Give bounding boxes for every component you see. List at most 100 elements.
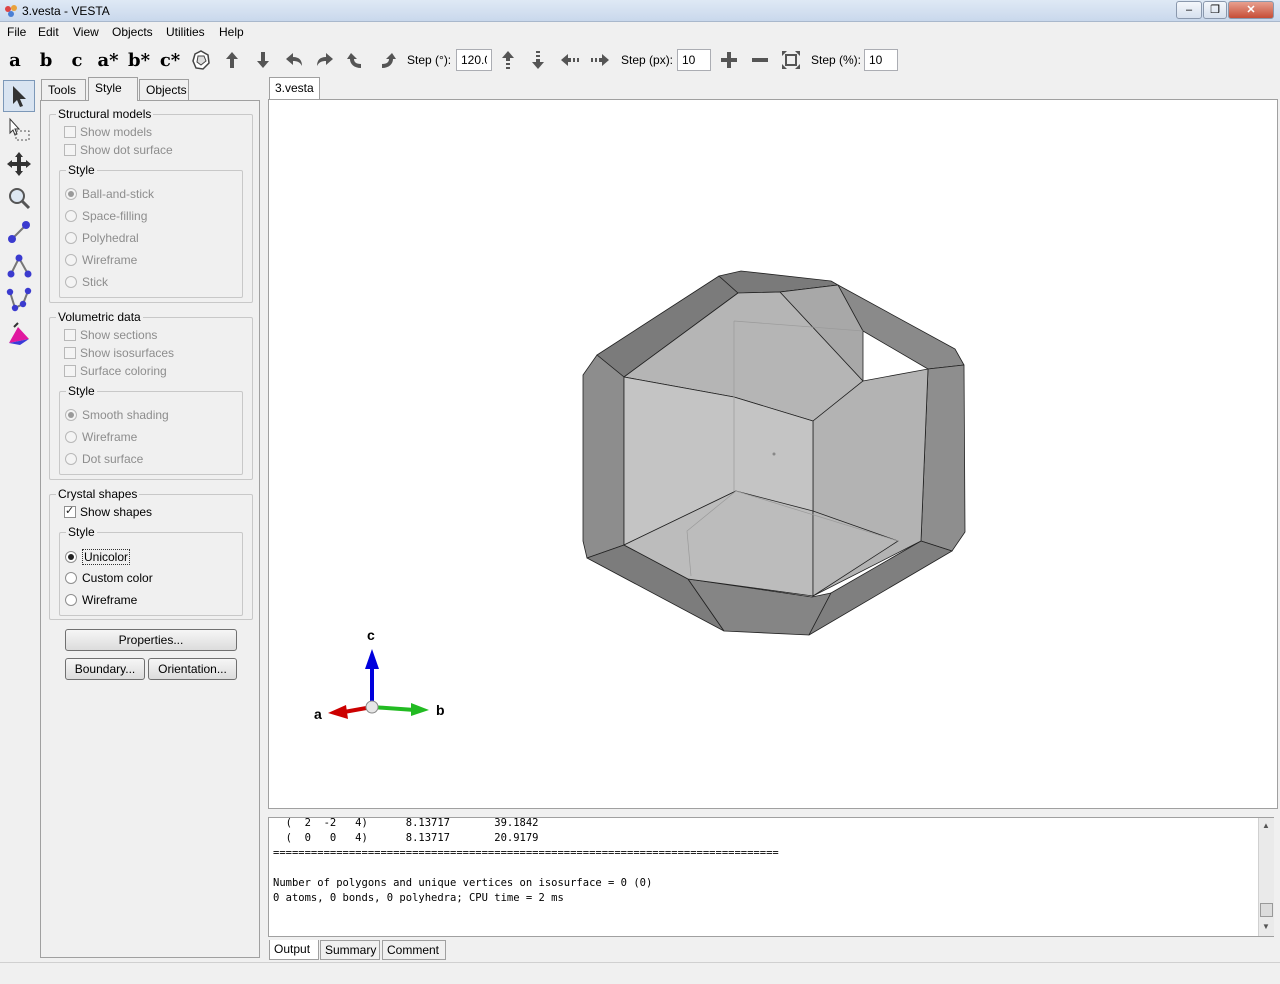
volumetric-data-group: Volumetric data Show sections Show isosu…: [49, 310, 253, 480]
translate-left-icon[interactable]: [559, 48, 581, 72]
view-along-c-star-button[interactable]: c*: [157, 48, 183, 72]
tool-palette: [0, 78, 38, 958]
radio-polyhedral[interactable]: Polyhedral: [65, 231, 139, 245]
radio-unicolor[interactable]: Unicolor: [65, 549, 131, 565]
radio-dot: [65, 232, 77, 244]
origin-sphere: [365, 700, 379, 714]
boundary-button[interactable]: Boundary...: [65, 658, 145, 680]
radio-dot: [65, 594, 77, 606]
translate-down-icon[interactable]: [527, 48, 549, 72]
radio-space-filling[interactable]: Space-filling: [65, 209, 147, 223]
polyhedron-view-icon[interactable]: [189, 48, 213, 72]
rectangle-select-tool[interactable]: [3, 114, 35, 146]
scroll-up-icon[interactable]: ▲: [1262, 821, 1270, 830]
output-line: ( 2 -2 4) 8.13717 39.1842: [273, 817, 539, 829]
minimize-button[interactable]: –: [1176, 1, 1202, 19]
radio-custom-color[interactable]: Custom color: [65, 571, 153, 585]
menu-objects[interactable]: Objects: [112, 25, 153, 39]
lattice-plane-tool[interactable]: [3, 318, 35, 350]
rotate-left-icon[interactable]: [282, 48, 306, 72]
select-tool[interactable]: [3, 80, 35, 112]
rotate-right-icon[interactable]: [313, 48, 337, 72]
output-line: ( 0 0 4) 8.13717 20.9179: [273, 832, 539, 844]
step-degree-input[interactable]: [456, 49, 492, 71]
scroll-thumb[interactable]: [1260, 903, 1273, 917]
checkbox-box: [64, 365, 76, 377]
translate-tool[interactable]: [3, 148, 35, 180]
tab-objects[interactable]: Objects: [139, 79, 189, 101]
structure-viewport[interactable]: c b a: [268, 99, 1278, 809]
orientation-button[interactable]: Orientation...: [148, 658, 237, 680]
view-along-c-button[interactable]: c: [64, 48, 90, 72]
menu-utilities[interactable]: Utilities: [166, 25, 205, 39]
menu-help[interactable]: Help: [219, 25, 244, 39]
c-axis-arrowhead: [365, 649, 379, 669]
tab-style[interactable]: Style: [88, 77, 138, 101]
properties-button[interactable]: Properties...: [65, 629, 237, 651]
fit-to-screen-icon[interactable]: [779, 48, 803, 72]
zoom-tool[interactable]: [3, 182, 35, 214]
tab-comment[interactable]: Comment: [382, 940, 446, 960]
surface-coloring-checkbox[interactable]: Surface coloring: [64, 364, 167, 378]
rotate-cw-icon[interactable]: [375, 48, 399, 72]
output-line: ========================================…: [273, 847, 779, 859]
angle-tool[interactable]: [3, 250, 35, 282]
view-along-a-button[interactable]: a: [2, 48, 28, 72]
radio-dot: [65, 453, 77, 465]
menu-file[interactable]: File: [7, 25, 26, 39]
dihedral-angle-tool[interactable]: [3, 284, 35, 316]
volumetric-style-group: Style Smooth shading Wireframe Dot surfa…: [59, 384, 243, 475]
zoom-in-icon[interactable]: [718, 48, 740, 72]
rotate-down-icon[interactable]: [251, 48, 275, 72]
radio-smooth-shading[interactable]: Smooth shading: [65, 408, 169, 422]
distance-tool[interactable]: [3, 216, 35, 248]
menu-edit[interactable]: Edit: [38, 25, 59, 39]
crystal-shape: [582, 270, 966, 636]
radio-wireframe-volumetric[interactable]: Wireframe: [65, 430, 137, 444]
show-sections-checkbox[interactable]: Show sections: [64, 328, 157, 342]
checkbox-box: [64, 347, 76, 359]
rotate-up-icon[interactable]: [220, 48, 244, 72]
maximize-button[interactable]: ❐: [1203, 1, 1227, 19]
view-along-b-star-button[interactable]: b*: [126, 48, 152, 72]
show-isosurfaces-checkbox[interactable]: Show isosurfaces: [64, 346, 174, 360]
output-text-area[interactable]: ( 2 -2 4) 8.13717 39.1842 ( 0 0 4) 8.137…: [268, 817, 1274, 937]
radio-stick[interactable]: Stick: [65, 275, 108, 289]
view-along-b-button[interactable]: b: [33, 48, 59, 72]
show-shapes-checkbox[interactable]: Show shapes: [64, 504, 152, 519]
translate-up-icon[interactable]: [497, 48, 519, 72]
rotate-ccw-icon[interactable]: [344, 48, 368, 72]
step-px-input[interactable]: [677, 49, 711, 71]
radio-dot: [65, 431, 77, 443]
axes-indicator: [328, 649, 429, 719]
output-line: Number of polygons and unique vertices o…: [273, 877, 653, 889]
close-button[interactable]: ✕: [1228, 1, 1274, 19]
b-axis-arrowhead: [411, 703, 429, 716]
output-scrollbar[interactable]: ▲ ▼: [1258, 818, 1274, 936]
step-percent-label: Step (%):: [811, 53, 862, 67]
tab-output[interactable]: Output: [269, 940, 319, 960]
zoom-out-icon[interactable]: [749, 48, 771, 72]
radio-wireframe-crystal[interactable]: Wireframe: [65, 593, 137, 607]
radio-ball-and-stick[interactable]: Ball-and-stick: [65, 187, 154, 201]
vesta-app-icon: [5, 5, 17, 17]
show-models-checkbox[interactable]: Show models: [64, 125, 152, 139]
document-tab[interactable]: 3.vesta: [269, 77, 320, 99]
scroll-down-icon[interactable]: ▼: [1262, 922, 1270, 931]
translate-right-icon[interactable]: [589, 48, 611, 72]
radio-dot-surface[interactable]: Dot surface: [65, 452, 143, 466]
tab-summary[interactable]: Summary: [320, 940, 380, 960]
step-degree-label: Step (°):: [407, 53, 452, 67]
dihedral-angle-icon: [6, 287, 32, 312]
view-along-a-star-button[interactable]: a*: [95, 48, 121, 72]
tab-tools[interactable]: Tools: [41, 79, 86, 101]
menu-view[interactable]: View: [73, 25, 99, 39]
show-dot-surface-checkbox[interactable]: Show dot surface: [64, 143, 173, 157]
structural-style-group: Style Ball-and-stick Space-filling Polyh…: [59, 163, 243, 298]
move-cross-icon: [7, 152, 31, 176]
status-bar: [0, 962, 1280, 984]
window-title: 3.vesta - VESTA: [22, 4, 110, 18]
radio-dot: [65, 276, 77, 288]
step-percent-input[interactable]: [864, 49, 898, 71]
radio-wireframe-structure[interactable]: Wireframe: [65, 253, 137, 267]
